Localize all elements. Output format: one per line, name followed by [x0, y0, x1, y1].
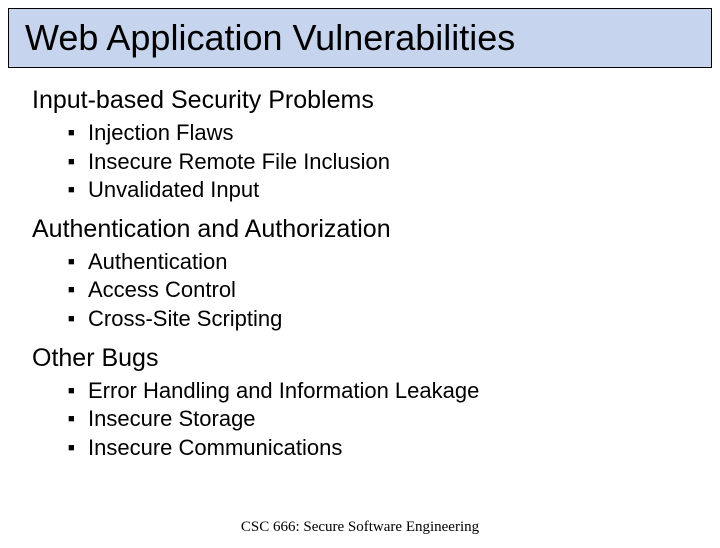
section-heading: Input-based Security Problems — [32, 86, 688, 115]
slide-content: Input-based Security Problems Injection … — [0, 68, 720, 462]
bullet-list: Authentication Access Control Cross-Site… — [68, 248, 688, 334]
list-item: Unvalidated Input — [68, 176, 688, 205]
slide-footer: CSC 666: Secure Software Engineering — [0, 519, 720, 536]
list-item: Cross-Site Scripting — [68, 305, 688, 334]
section-1: Authentication and Authorization Authent… — [32, 215, 688, 334]
section-heading: Authentication and Authorization — [32, 215, 688, 244]
list-item: Insecure Storage — [68, 405, 688, 434]
section-0: Input-based Security Problems Injection … — [32, 86, 688, 205]
slide-title: Web Application Vulnerabilities — [25, 17, 695, 59]
list-item: Authentication — [68, 248, 688, 277]
section-2: Other Bugs Error Handling and Informatio… — [32, 344, 688, 463]
bullet-list: Error Handling and Information Leakage I… — [68, 377, 688, 463]
list-item: Insecure Communications — [68, 434, 688, 463]
list-item: Access Control — [68, 276, 688, 305]
list-item: Insecure Remote File Inclusion — [68, 148, 688, 177]
list-item: Error Handling and Information Leakage — [68, 377, 688, 406]
section-heading: Other Bugs — [32, 344, 688, 373]
list-item: Injection Flaws — [68, 119, 688, 148]
title-bar: Web Application Vulnerabilities — [8, 8, 712, 68]
bullet-list: Injection Flaws Insecure Remote File Inc… — [68, 119, 688, 205]
